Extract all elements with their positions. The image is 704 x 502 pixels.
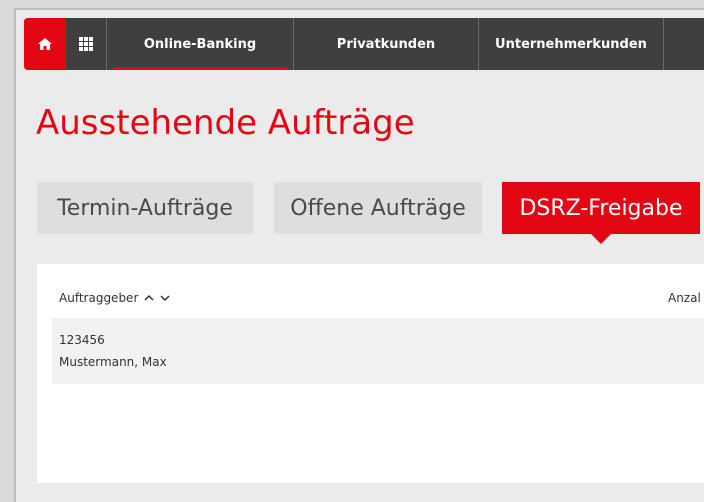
page-title: Ausstehende Aufträge [36, 103, 415, 143]
home-button[interactable] [24, 18, 66, 70]
grid-icon [79, 37, 93, 51]
column-auftraggeber[interactable]: Auftraggeber [59, 291, 170, 305]
nav-privatkunden[interactable]: Privatkunden [294, 18, 479, 70]
column-auftraggeber-label: Auftraggeber [59, 291, 139, 305]
apps-menu-button[interactable] [66, 18, 107, 70]
nav-unternehmerkunden[interactable]: Unternehmerkunden [479, 18, 664, 70]
row-account-number: 123456 [59, 333, 105, 347]
nav-online-banking[interactable]: Online-Banking [107, 18, 294, 70]
column-anzahl[interactable]: Anzal [668, 291, 701, 305]
sort-descending-icon[interactable] [160, 294, 170, 302]
top-navigation: Online-Banking Privatkunden Unternehmerk… [24, 18, 704, 70]
tab-offene-auftraege[interactable]: Offene Aufträge [274, 182, 482, 234]
home-icon [38, 38, 52, 50]
tab-termin-auftraege[interactable]: Termin-Aufträge [37, 182, 253, 234]
row-account-holder: Mustermann, Max [59, 355, 167, 369]
table-row[interactable] [52, 318, 704, 384]
sort-ascending-icon[interactable] [144, 294, 154, 302]
tab-dsrz-freigabe[interactable]: DSRZ-Freigabe [502, 182, 700, 244]
